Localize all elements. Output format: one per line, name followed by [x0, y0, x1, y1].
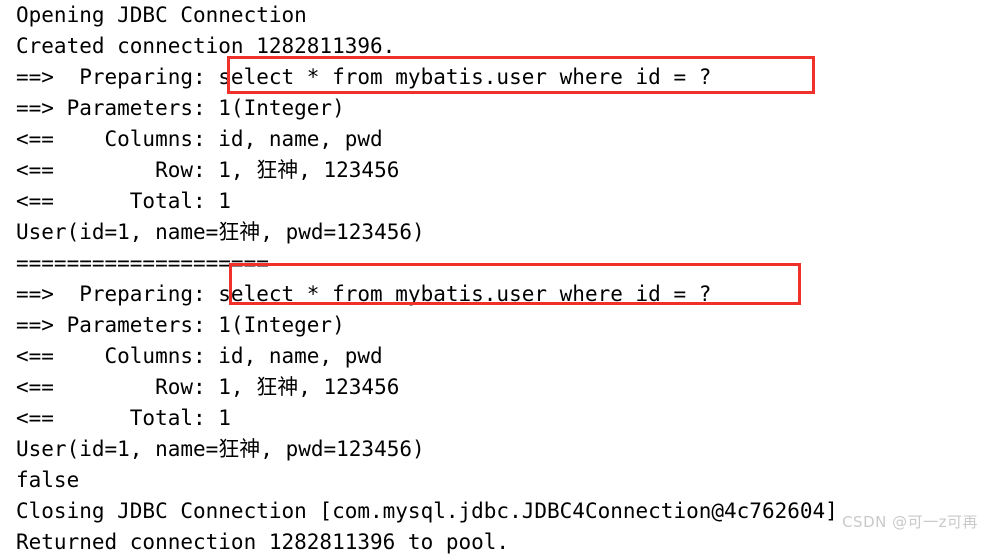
csdn-watermark: CSDN @可一z可再: [842, 513, 978, 531]
log-line: Opening JDBC Connection: [16, 3, 307, 27]
log-line-boolean-result: false: [16, 468, 80, 492]
log-line-separator: ====================: [16, 251, 269, 275]
log-line-user-result-first: User(id=1, name=狂神, pwd=123456): [16, 220, 425, 244]
log-line-preparing-second: ==> Preparing: select * from mybatis.use…: [16, 282, 712, 306]
log-line: Created connection 1282811396.: [16, 34, 396, 58]
log-line-columns-second: <== Columns: id, name, pwd: [16, 344, 383, 368]
log-line-total-second: <== Total: 1: [16, 406, 231, 430]
console-output-panel: Opening JDBC Connection Created connecti…: [0, 0, 990, 554]
log-line-parameters-first: ==> Parameters: 1(Integer): [16, 96, 345, 120]
log-line-row-first: <== Row: 1, 狂神, 123456: [16, 158, 400, 182]
log-line-columns-first: <== Columns: id, name, pwd: [16, 127, 383, 151]
log-line-user-result-second: User(id=1, name=狂神, pwd=123456): [16, 437, 425, 461]
log-line-preparing-first: ==> Preparing: select * from mybatis.use…: [16, 65, 712, 89]
log-line-row-second: <== Row: 1, 狂神, 123456: [16, 375, 400, 399]
log-line-total-first: <== Total: 1: [16, 189, 231, 213]
log-line-parameters-second: ==> Parameters: 1(Integer): [16, 313, 345, 337]
